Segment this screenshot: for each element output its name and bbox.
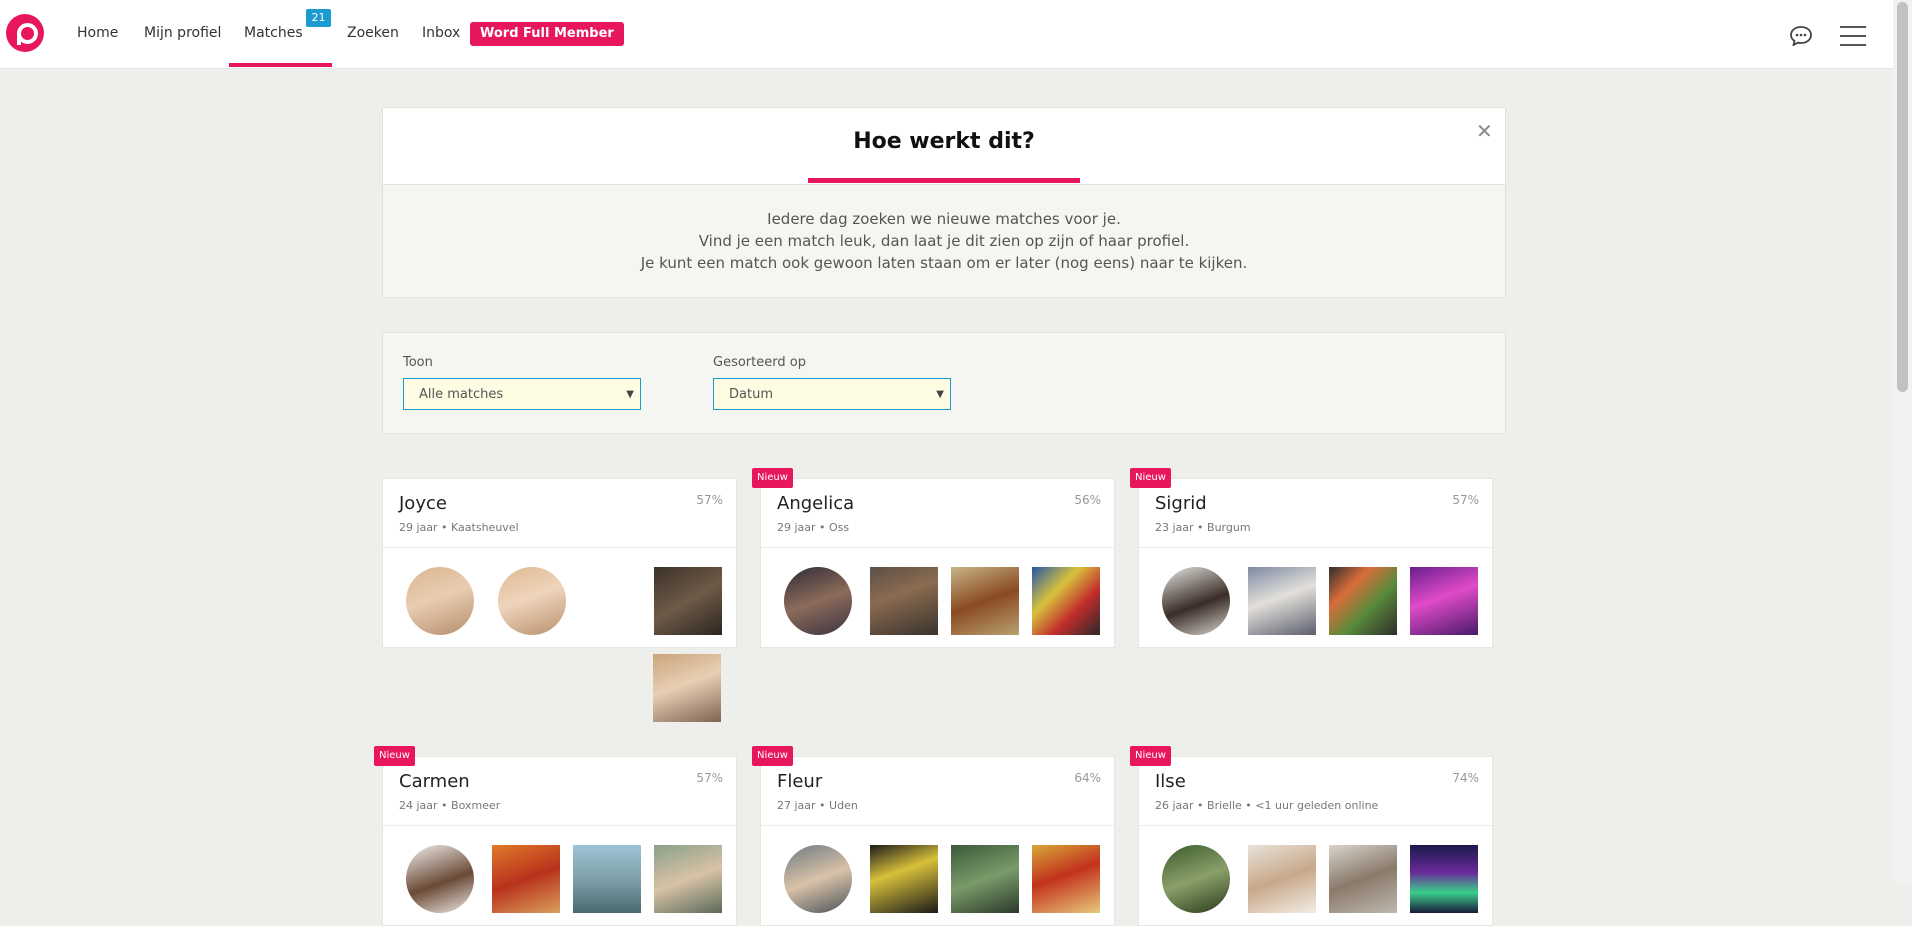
profile-photo[interactable] bbox=[951, 567, 1019, 635]
match-percentage: 57% bbox=[696, 771, 723, 785]
profile-photo[interactable] bbox=[1410, 567, 1478, 635]
match-name[interactable]: Ilse bbox=[1155, 771, 1186, 792]
profile-photo[interactable] bbox=[1329, 845, 1397, 913]
show-filter-value: Alle matches bbox=[419, 387, 504, 402]
profile-photo[interactable] bbox=[1248, 567, 1316, 635]
how-it-works-text: Iedere dag zoeken we nieuwe matches voor… bbox=[383, 208, 1505, 274]
nav-inbox[interactable]: Inbox bbox=[422, 25, 460, 41]
match-card[interactable]: Nieuw Sigrid 23 jaar • Burgum 57% bbox=[1130, 468, 1493, 648]
show-filter-select[interactable]: Alle matches ▼ bbox=[403, 378, 641, 410]
match-card-header: Carmen 24 jaar • Boxmeer 57% bbox=[383, 757, 736, 826]
profile-photo[interactable] bbox=[1162, 567, 1230, 635]
info-line-1: Iedere dag zoeken we nieuwe matches voor… bbox=[767, 210, 1121, 228]
match-card[interactable]: Nieuw Carmen 24 jaar • Boxmeer 57% bbox=[374, 746, 737, 926]
nav-active-indicator bbox=[229, 63, 332, 67]
match-meta: 29 jaar • Kaatsheuvel bbox=[399, 521, 519, 534]
match-percentage: 57% bbox=[1452, 493, 1479, 507]
match-card[interactable]: Nieuw Angelica 29 jaar • Oss 56% bbox=[752, 468, 1115, 648]
match-card-header: Joyce 29 jaar • Kaatsheuvel 57% bbox=[383, 479, 736, 548]
profile-photo[interactable] bbox=[870, 845, 938, 913]
sort-filter-select[interactable]: Datum ▼ bbox=[713, 378, 951, 410]
how-it-works-title: Hoe werkt dit? bbox=[853, 129, 1035, 154]
profile-photo[interactable] bbox=[784, 845, 852, 913]
match-card-header: Angelica 29 jaar • Oss 56% bbox=[761, 479, 1114, 548]
profile-photo[interactable] bbox=[1032, 845, 1100, 913]
chat-icon[interactable] bbox=[1790, 26, 1812, 46]
profile-photo[interactable] bbox=[951, 845, 1019, 913]
match-percentage: 74% bbox=[1452, 771, 1479, 785]
info-line-3: Je kunt een match ook gewoon laten staan… bbox=[640, 254, 1248, 272]
match-card[interactable]: Nieuw Fleur 27 jaar • Uden 64% bbox=[752, 746, 1115, 926]
profile-photo[interactable] bbox=[1410, 845, 1478, 913]
match-meta: 29 jaar • Oss bbox=[777, 521, 850, 534]
profile-photo[interactable] bbox=[406, 845, 474, 913]
close-icon[interactable]: ✕ bbox=[1476, 119, 1493, 143]
dropdown-caret-icon: ▼ bbox=[936, 389, 944, 400]
match-name[interactable]: Angelica bbox=[777, 493, 854, 514]
match-card-header: Ilse 26 jaar • Brielle • <1 uur geleden … bbox=[1139, 757, 1492, 826]
match-meta: 24 jaar • Boxmeer bbox=[399, 799, 501, 812]
scrollbar-thumb[interactable] bbox=[1897, 2, 1908, 392]
how-it-works-panel: Hoe werkt dit? ✕ Iedere dag zoeken we ni… bbox=[382, 107, 1506, 298]
title-underline bbox=[808, 178, 1080, 183]
filter-panel: Toon Alle matches ▼ Gesorteerd op Datum … bbox=[382, 332, 1506, 434]
match-name[interactable]: Joyce bbox=[399, 493, 447, 514]
match-name[interactable]: Carmen bbox=[399, 771, 470, 792]
match-percentage: 56% bbox=[1074, 493, 1101, 507]
match-meta: 23 jaar • Burgum bbox=[1155, 521, 1251, 534]
profile-photo[interactable] bbox=[1248, 845, 1316, 913]
profile-photo[interactable] bbox=[492, 845, 560, 913]
profile-photo[interactable] bbox=[498, 567, 566, 635]
info-line-2: Vind je een match leuk, dan laat je dit … bbox=[698, 232, 1190, 250]
matches-count-badge: 21 bbox=[306, 9, 331, 27]
match-meta: 27 jaar • Uden bbox=[777, 799, 858, 812]
sort-filter-value: Datum bbox=[729, 387, 773, 402]
nav-zoeken[interactable]: Zoeken bbox=[347, 25, 399, 41]
profile-photo[interactable] bbox=[573, 845, 641, 913]
nav-home[interactable]: Home bbox=[77, 25, 118, 41]
match-card-header: Fleur 27 jaar • Uden 64% bbox=[761, 757, 1114, 826]
profile-photo[interactable] bbox=[1329, 567, 1397, 635]
match-name[interactable]: Fleur bbox=[777, 771, 822, 792]
how-it-works-header: Hoe werkt dit? ✕ bbox=[383, 108, 1505, 185]
profile-photo[interactable] bbox=[654, 845, 722, 913]
match-percentage: 57% bbox=[696, 493, 723, 507]
match-name[interactable]: Sigrid bbox=[1155, 493, 1207, 514]
hamburger-icon[interactable] bbox=[1840, 26, 1866, 46]
match-card[interactable]: Nieuw Ilse 26 jaar • Brielle • <1 uur ge… bbox=[1130, 746, 1493, 926]
match-card-header: Sigrid 23 jaar • Burgum 57% bbox=[1139, 479, 1492, 548]
match-card[interactable]: Joyce 29 jaar • Kaatsheuvel 57% bbox=[382, 478, 737, 648]
match-percentage: 64% bbox=[1074, 771, 1101, 785]
profile-photo[interactable] bbox=[784, 567, 852, 635]
profile-photo[interactable] bbox=[1032, 567, 1100, 635]
top-navigation: Home Mijn profiel Matches 21 Zoeken Inbo… bbox=[0, 0, 1893, 69]
profile-photo[interactable] bbox=[1162, 845, 1230, 913]
logo-icon[interactable] bbox=[6, 14, 44, 52]
profile-photo[interactable] bbox=[653, 654, 721, 722]
show-filter-label: Toon bbox=[403, 355, 433, 370]
profile-photo[interactable] bbox=[406, 567, 474, 635]
profile-photo[interactable] bbox=[870, 567, 938, 635]
match-meta: 26 jaar • Brielle • <1 uur geleden onlin… bbox=[1155, 799, 1379, 812]
sort-filter-label: Gesorteerd op bbox=[713, 355, 806, 370]
nav-matches[interactable]: Matches bbox=[244, 25, 303, 41]
dropdown-caret-icon: ▼ bbox=[626, 389, 634, 400]
upgrade-button[interactable]: Word Full Member bbox=[470, 22, 624, 46]
nav-mijn-profiel[interactable]: Mijn profiel bbox=[144, 25, 221, 41]
profile-photo[interactable] bbox=[654, 567, 722, 635]
